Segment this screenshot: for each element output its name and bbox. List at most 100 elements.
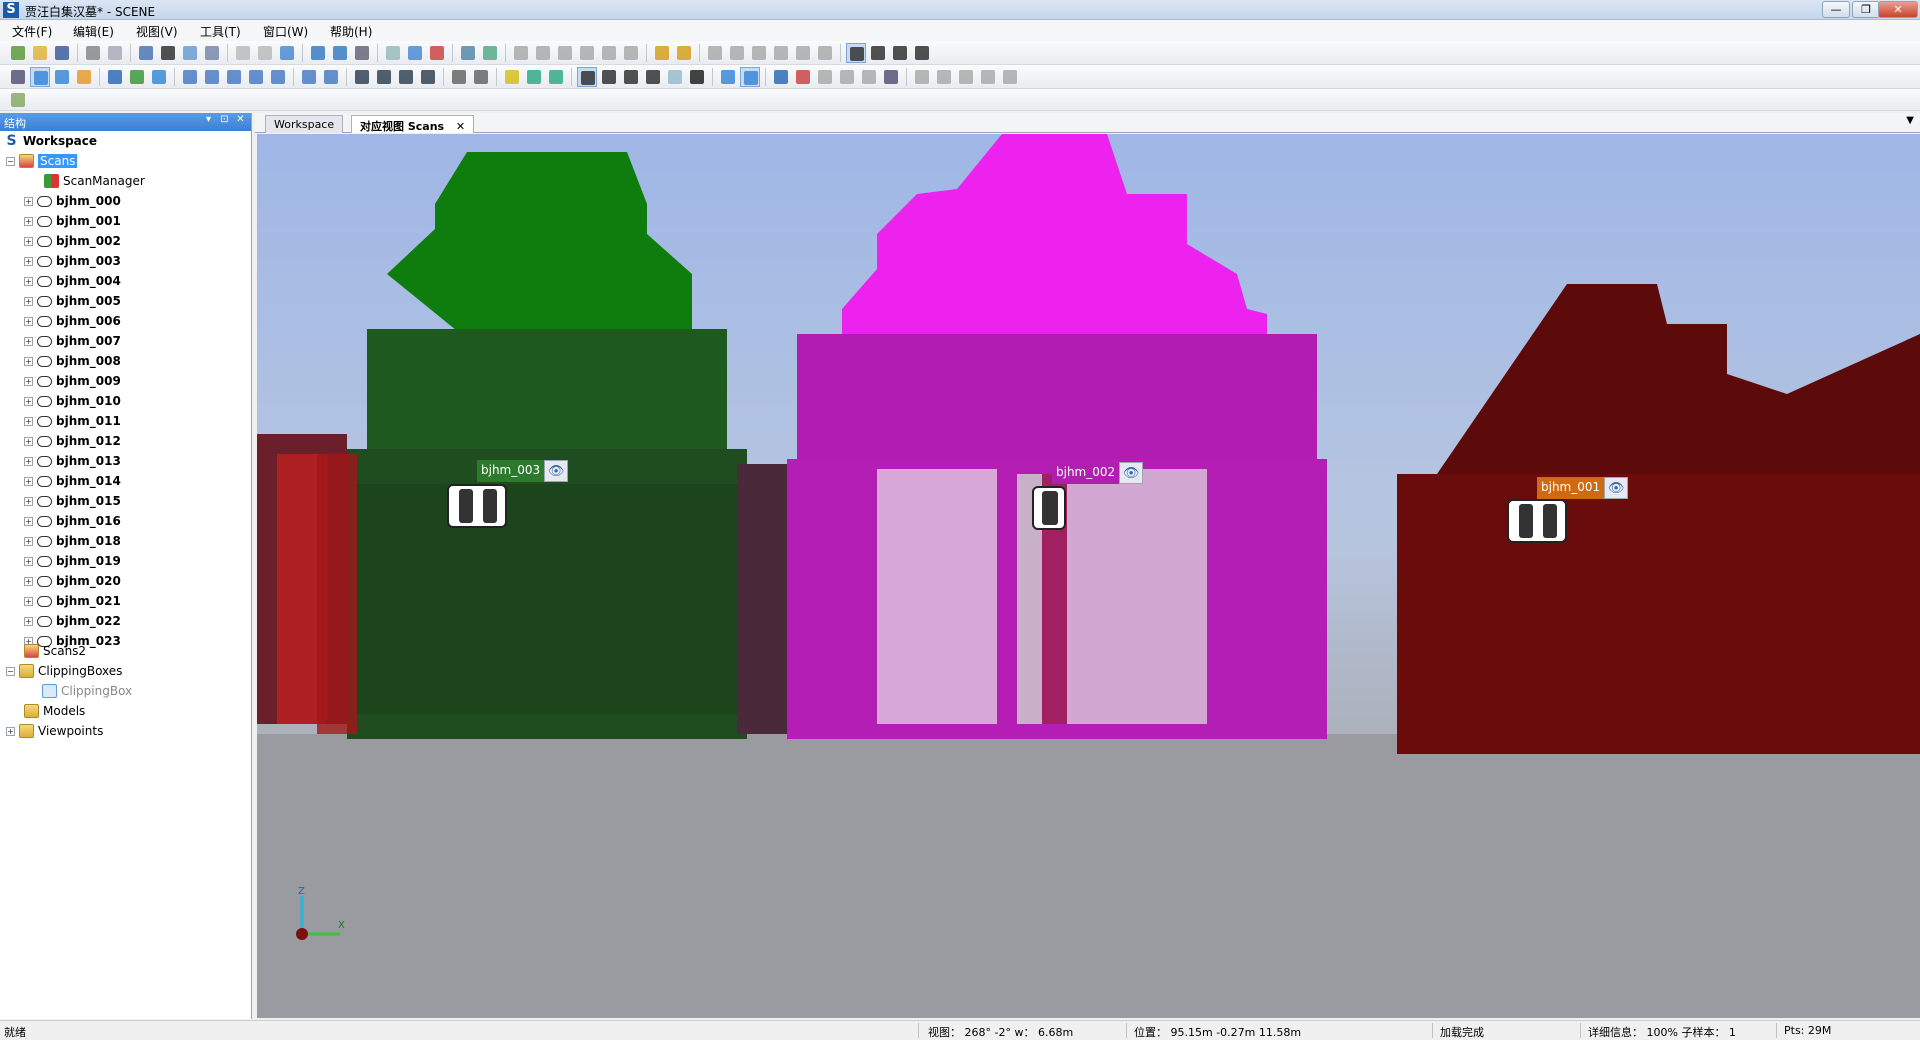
panel-pin-icon[interactable]: ⊡ <box>218 114 231 128</box>
help-icon[interactable] <box>105 43 125 63</box>
box-icon[interactable] <box>718 67 738 87</box>
cloud-upload-icon[interactable] <box>405 43 425 63</box>
tree-scans[interactable]: − Scans <box>6 152 78 170</box>
expand-icon[interactable]: + <box>24 536 33 546</box>
move-icon[interactable] <box>533 43 553 63</box>
tree-clipping-boxes[interactable]: − ClippingBoxes <box>6 662 122 680</box>
tree-scan-item[interactable]: + bjhm_020 <box>24 572 121 590</box>
tree-scan-item[interactable]: + bjhm_010 <box>24 392 121 410</box>
color-view-icon[interactable] <box>74 67 94 87</box>
tree-models[interactable]: Models <box>24 702 85 720</box>
paste-icon[interactable] <box>255 43 275 63</box>
cube-front-icon[interactable] <box>149 67 169 87</box>
tree-scan-item[interactable]: + bjhm_008 <box>24 352 121 370</box>
scan-tag-bjhm-003[interactable]: bjhm_003 👁 <box>477 459 569 483</box>
clip-icon[interactable] <box>352 67 372 87</box>
zoom-icon[interactable] <box>299 67 319 87</box>
tree-workspace[interactable]: S Workspace <box>4 132 97 150</box>
tree-scan-item[interactable]: + bjhm_001 <box>24 212 121 230</box>
grid-icon[interactable] <box>449 67 469 87</box>
scanner-marker-bjhm-003[interactable] <box>447 484 507 528</box>
tree-scan-item[interactable]: + bjhm_018 <box>24 532 121 550</box>
download-icon[interactable] <box>277 43 297 63</box>
select-circle-icon[interactable] <box>771 43 791 63</box>
point-size-2-icon[interactable] <box>599 67 619 87</box>
exit-fullscreen-icon[interactable] <box>1000 67 1020 87</box>
tree-scan-item[interactable]: + bjhm_006 <box>24 312 121 330</box>
quick-view-icon[interactable] <box>202 43 222 63</box>
tree-scan-item[interactable]: + bjhm_011 <box>24 412 121 430</box>
tree-scan-item[interactable]: + bjhm_015 <box>24 492 121 510</box>
report-icon[interactable] <box>352 43 372 63</box>
view-left-icon[interactable] <box>224 67 244 87</box>
undo-icon[interactable] <box>555 43 575 63</box>
home-view-icon[interactable] <box>180 43 200 63</box>
eye-icon[interactable]: 👁 <box>1604 477 1629 499</box>
menu-edit[interactable]: 编辑(E) <box>73 23 114 40</box>
object-icon[interactable] <box>793 67 813 87</box>
menu-tools[interactable]: 工具(T) <box>200 23 241 40</box>
close-window-button[interactable]: ✕ <box>1878 1 1918 18</box>
scanner-marker-bjhm-002[interactable] <box>1032 486 1066 530</box>
view-front-icon[interactable] <box>268 67 288 87</box>
delete-cloud-icon[interactable] <box>427 43 447 63</box>
point-size-4-icon[interactable] <box>643 67 663 87</box>
open-project-icon[interactable] <box>30 43 50 63</box>
select-rect-icon[interactable] <box>705 43 725 63</box>
register-icon[interactable] <box>330 43 350 63</box>
collapse-icon[interactable]: − <box>6 156 15 166</box>
pointer-icon[interactable] <box>687 67 707 87</box>
chart-tool-icon[interactable] <box>8 90 28 110</box>
network-icon[interactable] <box>881 67 901 87</box>
expand-icon[interactable]: + <box>24 276 33 286</box>
tree-scan-item[interactable]: + bjhm_003 <box>24 252 121 270</box>
tree-scan-item[interactable]: + bjhm_000 <box>24 192 121 210</box>
tree-scan-item[interactable]: + bjhm_007 <box>24 332 121 350</box>
eye-icon[interactable]: 👁 <box>544 460 569 482</box>
expand-icon[interactable]: + <box>24 216 33 226</box>
tree-scans2[interactable]: Scans2 <box>24 642 86 660</box>
layout-overlap-icon[interactable] <box>890 43 910 63</box>
transfer-icon[interactable] <box>127 67 147 87</box>
tree-scan-item[interactable]: + bjhm_002 <box>24 232 121 250</box>
web-share-icon[interactable] <box>771 67 791 87</box>
expand-icon[interactable]: + <box>24 316 33 326</box>
expand-icon[interactable]: + <box>24 596 33 606</box>
rotate-icon[interactable] <box>511 43 531 63</box>
upload-scan-icon[interactable] <box>105 67 125 87</box>
ruler-icon[interactable] <box>674 43 694 63</box>
layout-split-icon[interactable] <box>868 43 888 63</box>
tree-viewpoints[interactable]: + Viewpoints <box>6 722 103 740</box>
expand-icon[interactable]: + <box>24 416 33 426</box>
fly-icon[interactable] <box>418 67 438 87</box>
scan-tag-bjhm-001[interactable]: bjhm_001 👁 <box>1537 476 1629 500</box>
tab-list-dropdown-icon[interactable]: ▼ <box>1906 115 1914 126</box>
blur-icon[interactable] <box>665 67 685 87</box>
snapshot-icon[interactable] <box>458 43 478 63</box>
maximize-button[interactable]: ❐ <box>1852 1 1880 18</box>
expand-icon[interactable]: + <box>24 296 33 306</box>
duplicate-icon[interactable] <box>837 67 857 87</box>
expand-icon[interactable]: + <box>24 396 33 406</box>
menu-window[interactable]: 窗口(W) <box>263 23 308 40</box>
expand-icon[interactable]: + <box>24 236 33 246</box>
place-scans-icon[interactable] <box>383 43 403 63</box>
expand-icon[interactable]: + <box>24 556 33 566</box>
panel-menu-icon[interactable]: ▾ <box>202 114 215 128</box>
expand-icon[interactable]: + <box>24 376 33 386</box>
fullscreen-icon[interactable] <box>978 67 998 87</box>
tree-scanmanager[interactable]: ScanManager <box>44 172 145 190</box>
collapse-icon[interactable]: − <box>6 666 15 676</box>
tab-scans-view[interactable]: 对应视图 Scans ✕ <box>351 115 475 133</box>
expand-icon[interactable]: + <box>24 496 33 506</box>
minimize-button[interactable]: — <box>1822 1 1850 18</box>
expand-icon[interactable]: + <box>24 516 33 526</box>
tree-clipping-box[interactable]: ClippingBox <box>42 682 132 700</box>
menu-file[interactable]: 文件(F) <box>12 23 52 40</box>
select-corner-icon[interactable] <box>815 43 835 63</box>
export-icon[interactable] <box>480 43 500 63</box>
layout-quad-icon[interactable] <box>912 43 932 63</box>
new-project-icon[interactable] <box>8 43 28 63</box>
structure-view-icon[interactable] <box>136 43 156 63</box>
save-icon[interactable] <box>52 43 72 63</box>
